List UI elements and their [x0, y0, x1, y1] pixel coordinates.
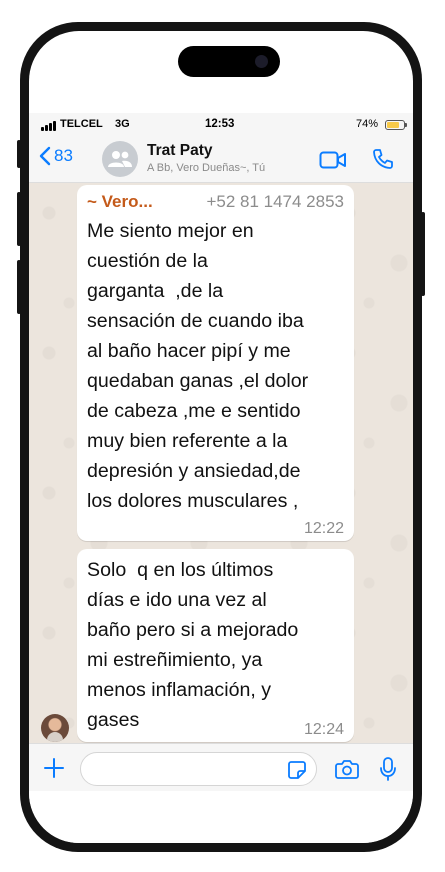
message-bubble[interactable]: Solo q en los últimos días e ido una vez… — [77, 549, 354, 742]
message-text: Solo q en los últimos días e ido una vez… — [87, 559, 299, 731]
volume-down-button — [17, 260, 21, 314]
message-input[interactable] — [80, 752, 317, 786]
microphone-icon — [380, 757, 396, 781]
message-bubble[interactable]: ~ Vero... +52 81 1474 2853 Me siento mej… — [77, 185, 354, 541]
carrier-name: TELCEL — [60, 118, 103, 130]
signal-icon — [41, 121, 59, 131]
back-button[interactable]: 83 — [39, 146, 73, 166]
video-call-button[interactable] — [319, 150, 347, 175]
attach-button[interactable] — [43, 757, 65, 784]
chat-area[interactable]: ~ Vero... +52 81 1474 2853 Me siento mej… — [29, 183, 413, 743]
phone-frame: TELCEL 3G 12:53 74% 83 Trat Paty A Bb, V… — [17, 22, 425, 852]
battery-percentage: 74% — [356, 118, 379, 130]
front-camera — [255, 55, 268, 68]
battery-fill — [387, 122, 399, 128]
sticker-button[interactable] — [287, 760, 307, 785]
sender-phone[interactable]: +52 81 1474 2853 — [206, 191, 344, 213]
phone-icon — [373, 149, 393, 169]
plus-icon — [44, 758, 64, 778]
microphone-button[interactable] — [379, 756, 397, 787]
battery-icon — [385, 120, 407, 130]
network-type: 3G — [115, 118, 130, 130]
input-bar — [29, 743, 413, 791]
unread-count: 83 — [54, 146, 73, 165]
mute-switch — [17, 140, 21, 168]
volume-up-button — [17, 192, 21, 246]
group-avatar[interactable] — [102, 141, 138, 177]
home-indicator-area — [29, 791, 413, 843]
chat-title[interactable]: Trat Paty — [147, 142, 212, 160]
sticker-icon — [288, 761, 306, 779]
status-bar: TELCEL 3G 12:53 74% — [29, 113, 413, 137]
camera-icon — [335, 760, 359, 779]
message-text: Me siento mejor en cuestión de la gargan… — [87, 220, 309, 512]
chat-participants[interactable]: A Bb, Vero Dueñas~, Tú — [147, 162, 265, 174]
message-time: 12:24 — [303, 721, 344, 738]
camera-button[interactable] — [335, 759, 359, 784]
message-time: 12:22 — [303, 520, 344, 537]
sender-name[interactable]: ~ Vero... — [87, 191, 153, 213]
sender-avatar[interactable] — [41, 714, 69, 742]
power-button — [421, 212, 425, 296]
sender-row: ~ Vero... +52 81 1474 2853 — [87, 191, 344, 213]
phone-screen: TELCEL 3G 12:53 74% 83 Trat Paty A Bb, V… — [29, 31, 413, 843]
dynamic-island — [178, 46, 280, 77]
group-icon — [108, 151, 132, 167]
chevron-left-icon — [39, 146, 51, 166]
voice-call-button[interactable] — [371, 147, 395, 176]
video-camera-icon — [319, 151, 346, 169]
status-time: 12:53 — [205, 118, 235, 130]
chat-header: 83 Trat Paty A Bb, Vero Dueñas~, Tú — [29, 137, 413, 183]
